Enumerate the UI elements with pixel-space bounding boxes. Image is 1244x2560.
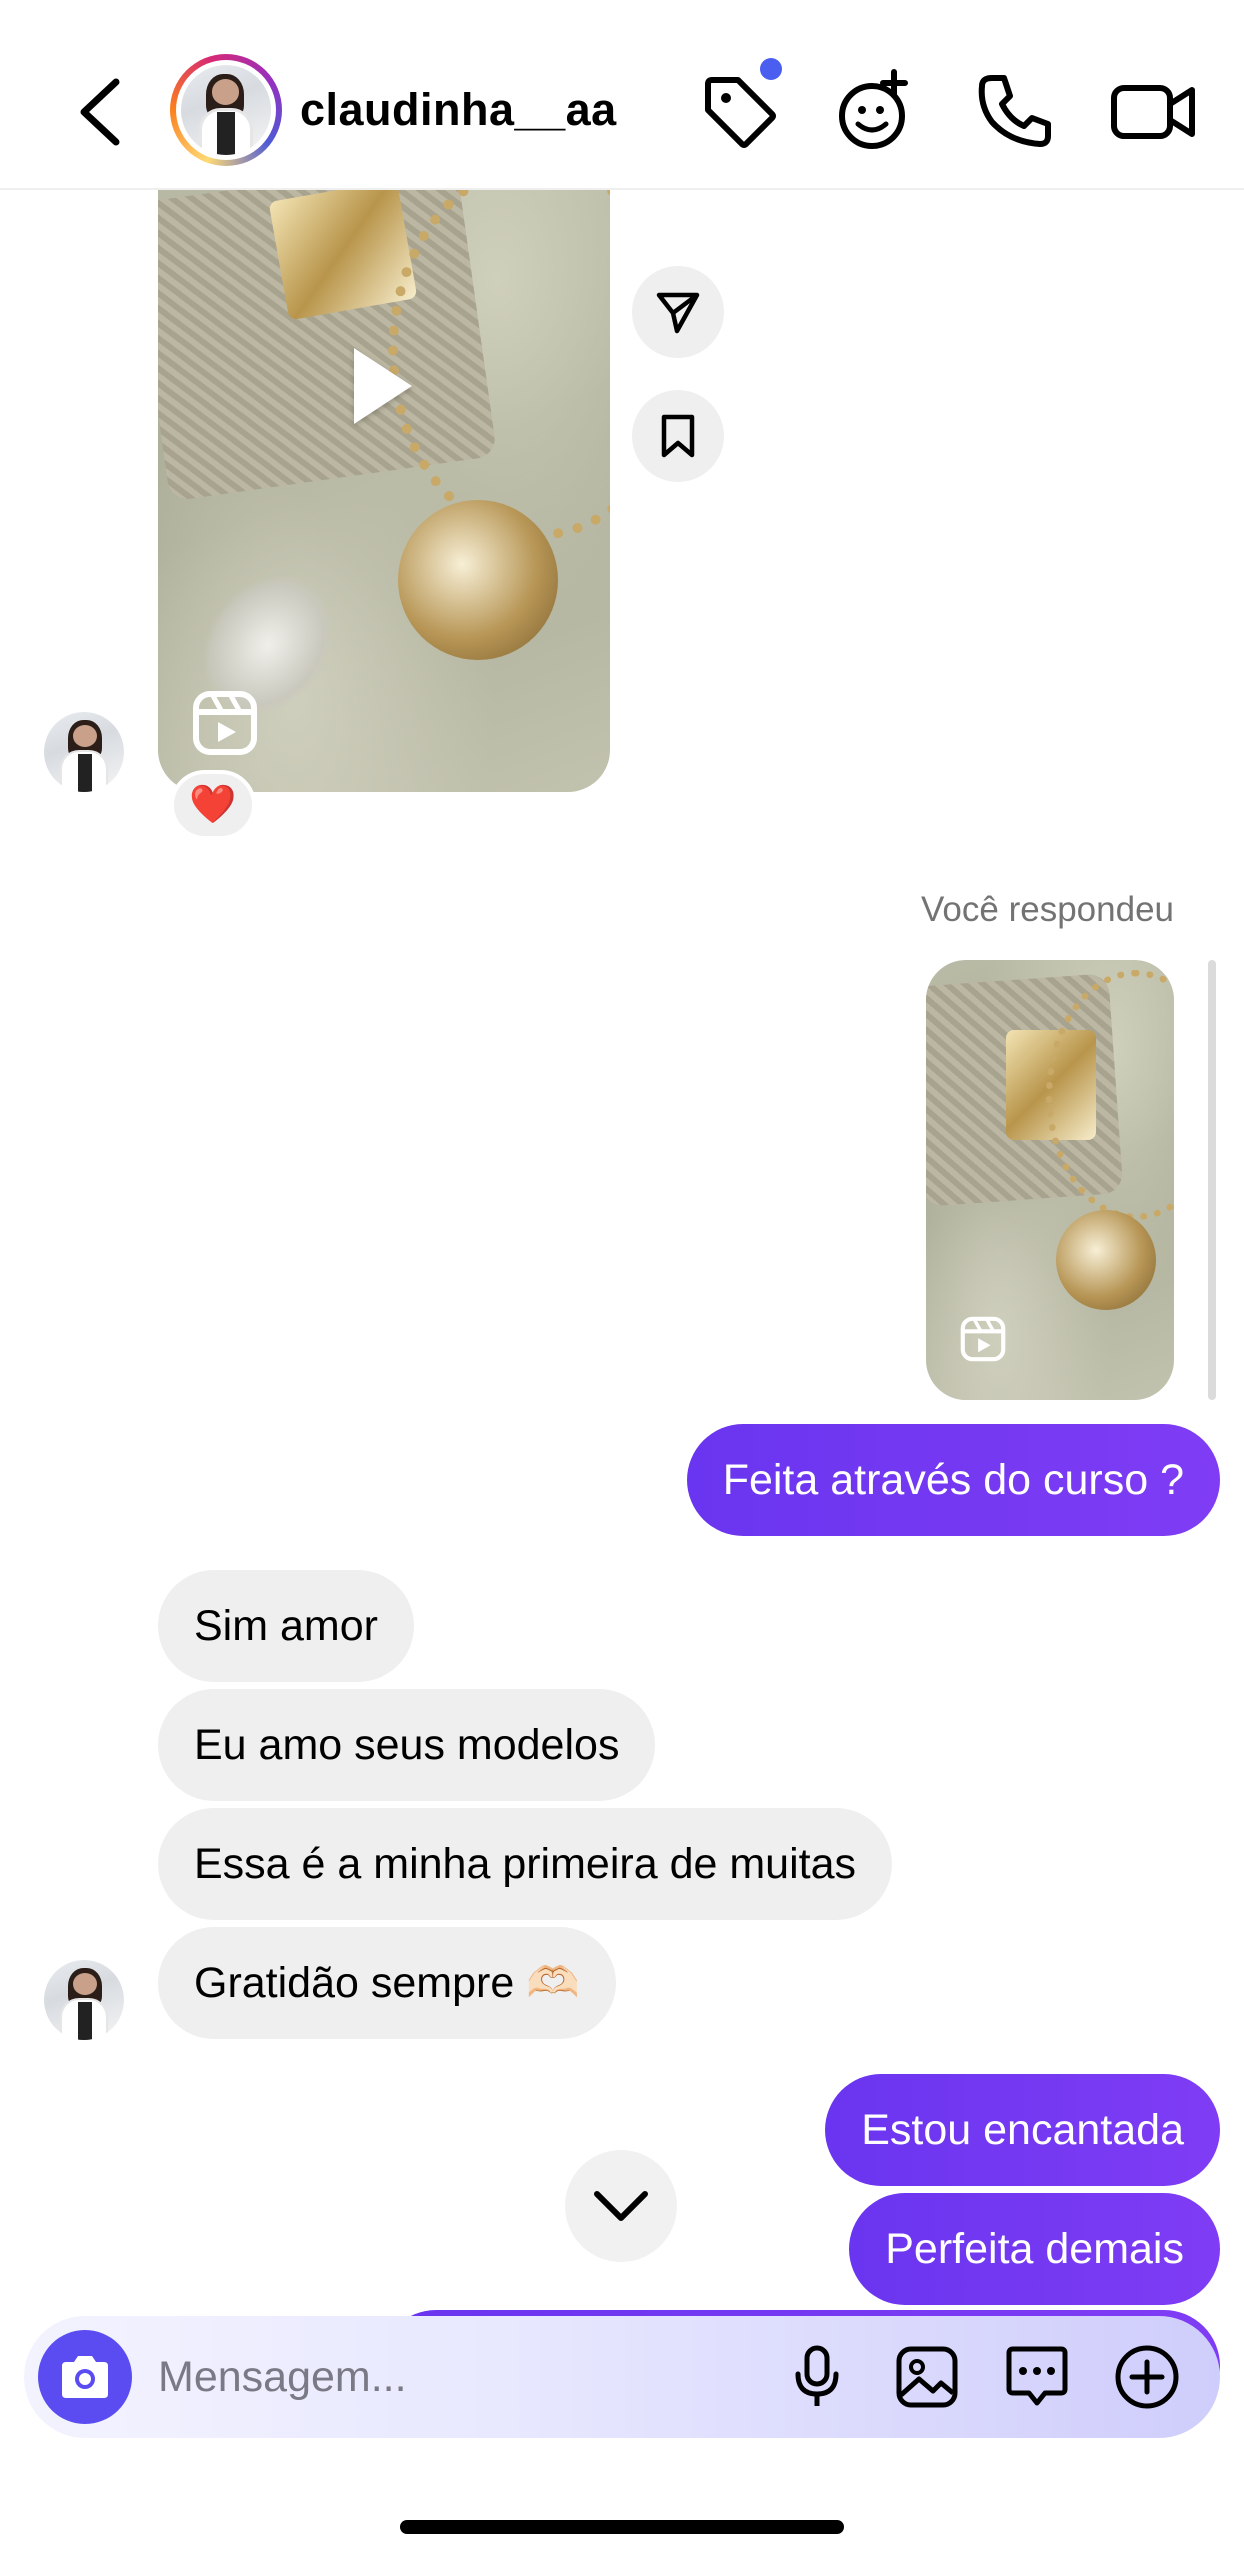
replied-reel-thumbnail[interactable] [926,960,1174,1400]
incoming-message[interactable]: Essa é a minha primeira de muitas [158,1808,893,1920]
profile-avatar[interactable] [170,54,282,166]
reels-icon [960,1316,1006,1367]
outgoing-message[interactable]: Feita através do curso ? [686,1424,1220,1536]
back-chevron-icon[interactable] [70,72,130,152]
effects-face-icon[interactable] [832,66,922,156]
incoming-message[interactable]: Sim amor [158,1570,414,1682]
video-camera-icon[interactable] [1108,66,1198,156]
camera-icon[interactable] [38,2330,132,2424]
notification-dot [760,58,782,80]
phone-icon[interactable] [970,66,1060,156]
gallery-icon[interactable] [886,2336,968,2418]
reply-meta-label: Você respondeu [921,890,1174,929]
plus-icon[interactable] [1106,2336,1188,2418]
sender-avatar[interactable] [44,712,124,792]
chat-header: claudinha__aa [0,0,1244,190]
sender-avatar[interactable] [44,1960,124,2040]
reply-quote-bar [1208,960,1216,1400]
microphone-icon[interactable] [776,2336,858,2418]
scroll-to-bottom-button[interactable] [565,2150,677,2262]
message-composer [24,2316,1220,2438]
shared-reel-thumbnail[interactable] [158,150,610,792]
share-send-icon[interactable] [632,266,724,358]
reels-icon [192,690,258,761]
bookmark-icon[interactable] [632,390,724,482]
home-indicator[interactable] [400,2520,844,2534]
username-title[interactable]: claudinha__aa [300,84,617,136]
message-input[interactable] [158,2342,738,2412]
incoming-message[interactable]: Gratidão sempre 🫶🏻 [158,1927,616,2039]
heart-reaction[interactable]: ❤️ [170,770,256,840]
chevron-down-icon [594,2191,648,2221]
incoming-message[interactable]: Eu amo seus modelos [158,1689,656,1801]
play-icon[interactable] [354,348,412,424]
outgoing-message[interactable]: Perfeita demais [849,2193,1220,2305]
sticker-chat-icon[interactable] [996,2336,1078,2418]
outgoing-message[interactable]: Estou encantada [825,2074,1220,2186]
